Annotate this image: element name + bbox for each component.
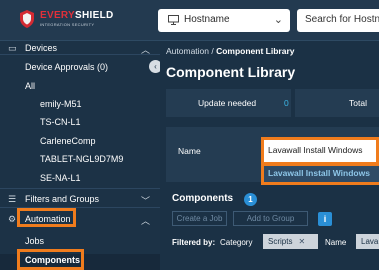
automation-highlight <box>17 208 76 227</box>
breadcrumb-parent[interactable]: Automation <box>166 46 209 56</box>
close-icon[interactable]: ✕ <box>298 237 305 246</box>
stat-label: Update needed <box>198 98 257 108</box>
device-name: emily-M51 <box>40 99 82 109</box>
stat-update-needed[interactable]: Update needed 0 <box>166 89 291 117</box>
sidebar-item-label: Jobs <box>25 236 45 246</box>
divider <box>0 188 160 189</box>
filter-panel: Name Lavawall Install Windows Lavawall I… <box>166 127 379 185</box>
filter-icon: ☰ <box>8 194 17 204</box>
sidebar-item-label: Devices <box>25 43 58 53</box>
components-highlight <box>17 249 84 270</box>
name-input-highlight <box>261 137 379 165</box>
device-name: CarleneComp <box>40 136 96 146</box>
everyshield-logo[interactable]: EVERYSHIELD INTEGRATION SECURITY <box>18 9 113 31</box>
category-filter-label: Category <box>220 238 253 247</box>
category-chip-label: Scripts <box>268 237 293 246</box>
search-input[interactable]: Search for Hostnar <box>297 9 379 32</box>
add-to-group-button[interactable]: Add to Group <box>233 211 308 226</box>
sidebar-item-label: Filters and Groups <box>25 194 100 204</box>
name-filter-label: Name <box>178 146 201 156</box>
sidebar: ▭ Devices ︿ Device Approvals (0) All emi… <box>0 41 160 270</box>
name-filter-tag: Name <box>325 238 346 247</box>
filtered-by-bar: Filtered by: Category <box>172 238 252 247</box>
logo-brand-white: SHIELD <box>75 10 114 21</box>
category-chip[interactable]: Scripts ✕ <box>263 234 318 249</box>
divider <box>0 54 160 55</box>
stat-total[interactable]: Total <box>295 89 379 117</box>
top-bar: EVERYSHIELD INTEGRATION SECURITY Hostnam… <box>0 0 379 41</box>
shield-logo-icon <box>20 10 34 28</box>
create-job-button[interactable]: Create a Job <box>172 211 227 226</box>
filtered-by-label: Filtered by: <box>172 238 216 247</box>
info-button[interactable]: i <box>318 212 332 226</box>
name-chip-label: Lava <box>361 237 379 246</box>
chevron-down-icon: ⌄ <box>273 14 283 26</box>
breadcrumb-current: Component Library <box>216 46 295 56</box>
device-name: TS-CN-L1 <box>40 117 81 127</box>
sidebar-item-label: Device Approvals (0) <box>25 62 109 72</box>
name-chip[interactable]: Lava <box>356 234 379 249</box>
monitor-icon <box>168 15 179 25</box>
page-title: Component Library <box>166 64 296 80</box>
logo-brand-red: EVERY <box>40 10 76 21</box>
devices-icon: ▭ <box>8 43 17 53</box>
hostname-select[interactable]: Hostname ⌄ <box>158 9 290 32</box>
stat-value: 0 <box>284 98 289 108</box>
sidebar-item-label: All <box>25 81 36 91</box>
suggestion-highlight <box>261 163 379 185</box>
automation-icon: ⚙ <box>8 214 17 224</box>
main-content: Automation / Component Library Component… <box>160 41 379 270</box>
chevron-down-icon: ﹀ <box>140 196 150 206</box>
breadcrumb: Automation / Component Library <box>166 46 295 56</box>
logo-tagline: INTEGRATION SECURITY <box>40 22 95 27</box>
hostname-select-value: Hostname <box>184 14 230 25</box>
components-heading: Components <box>172 193 234 204</box>
components-count-badge: 1 <box>244 193 257 206</box>
stat-label: Total <box>349 98 367 108</box>
device-name: TABLET-NGL9D7M9 <box>40 154 124 164</box>
device-name: SE-NA-L1 <box>40 173 81 183</box>
chevron-up-icon: ︿ <box>140 216 150 226</box>
name-filter-tag-label: Name <box>325 238 347 247</box>
